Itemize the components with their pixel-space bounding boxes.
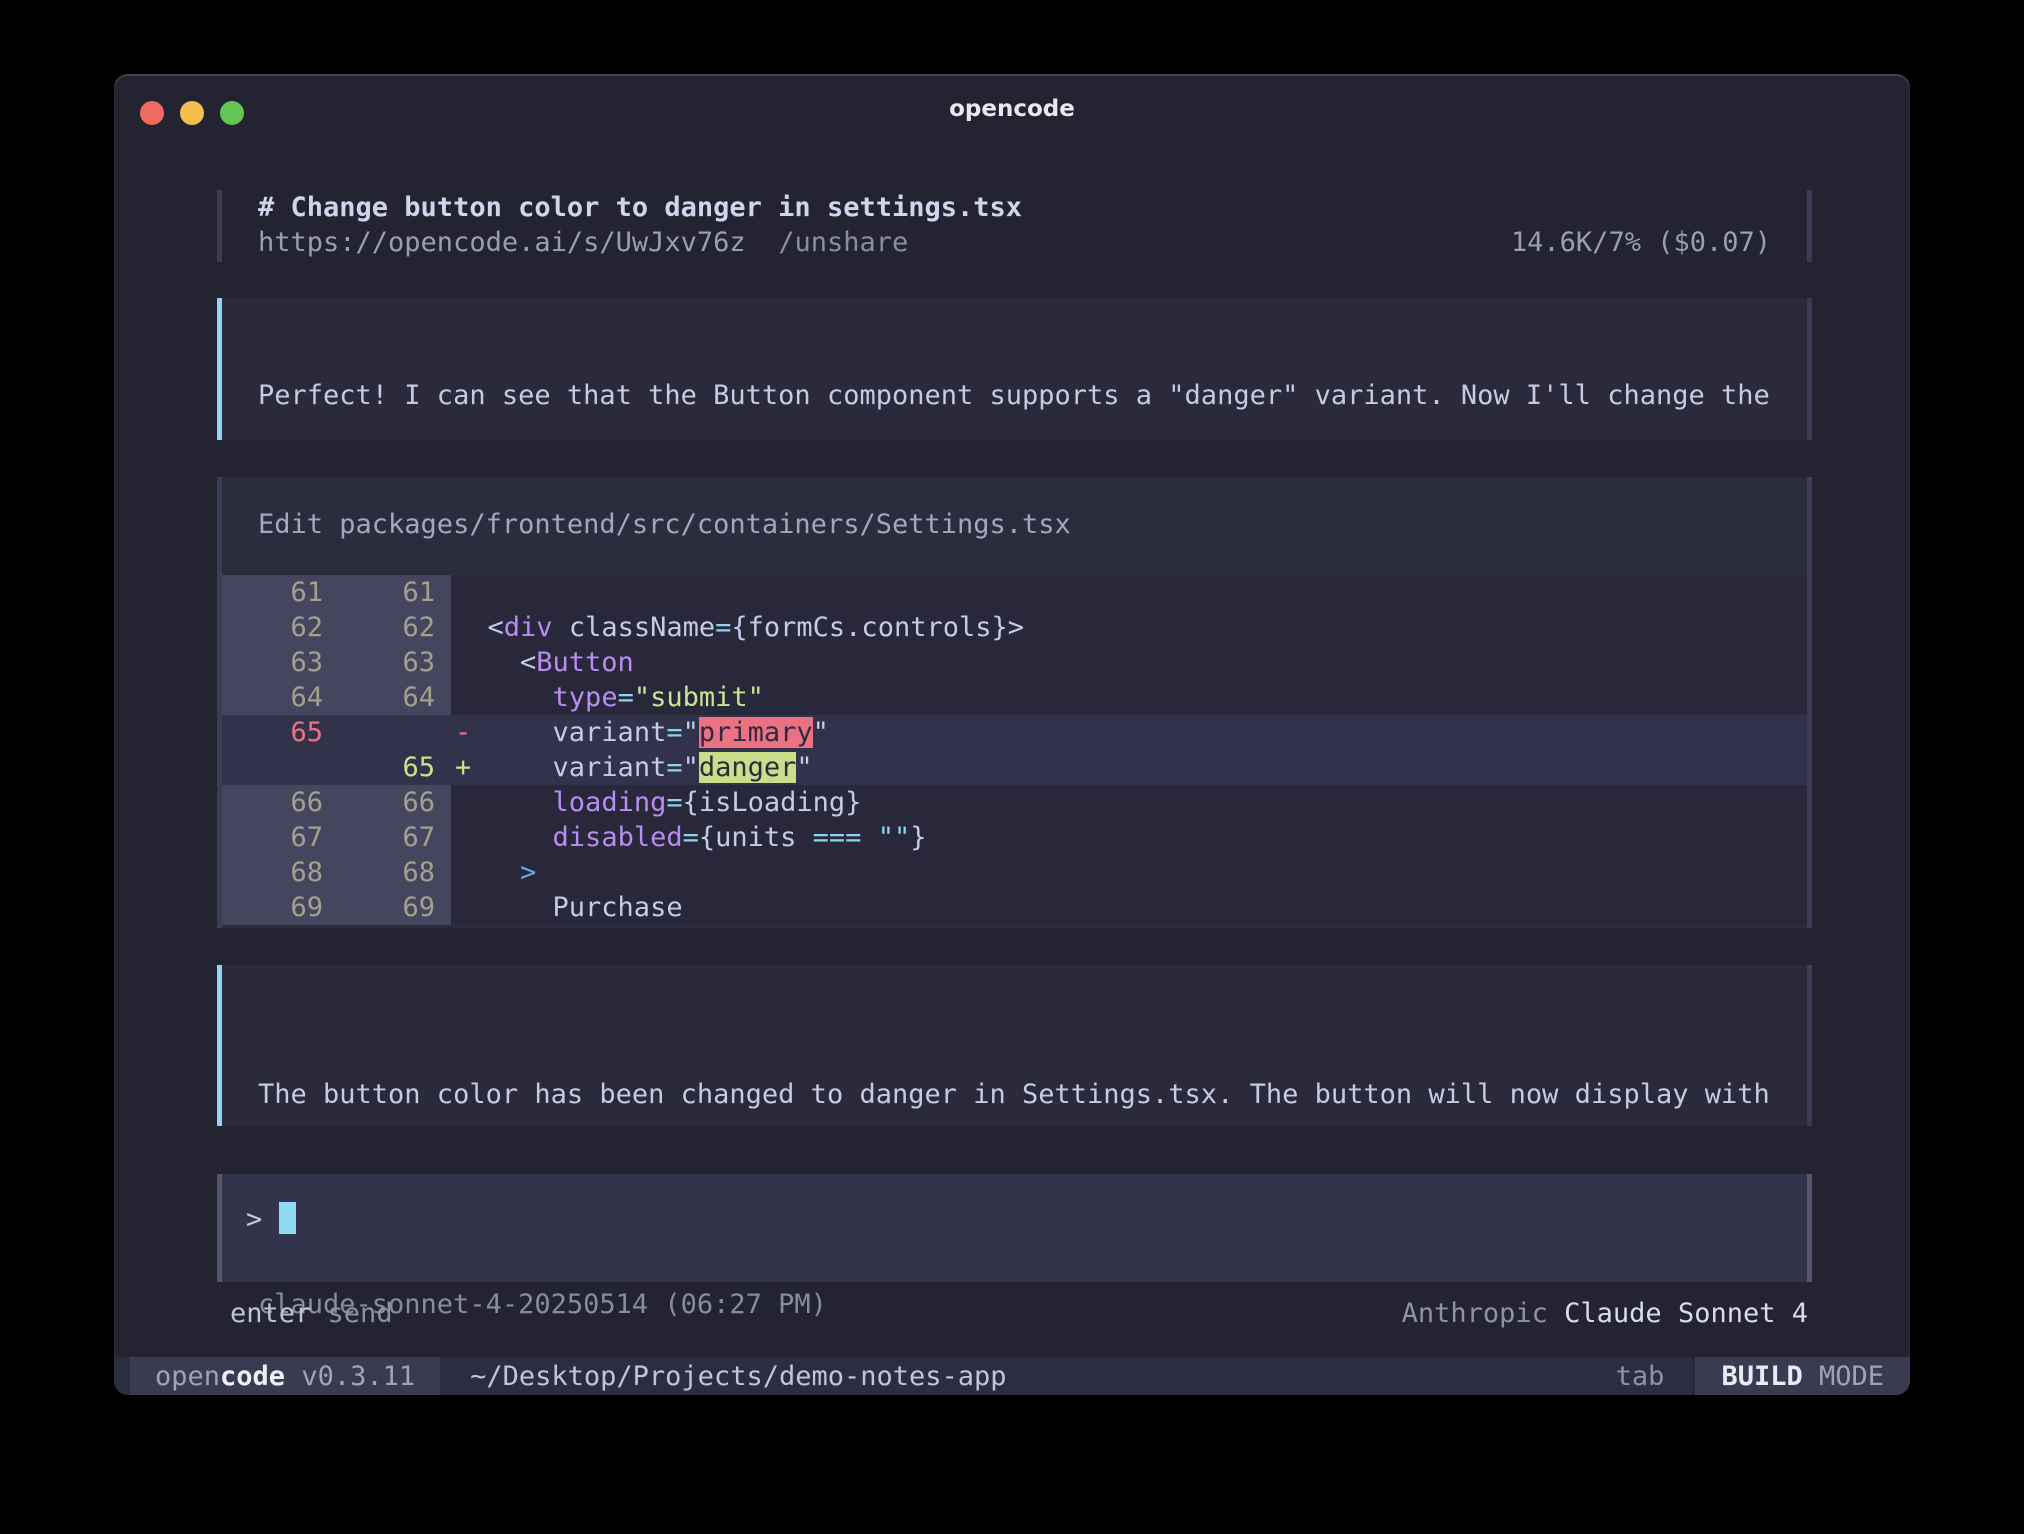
new-line-number: 65	[323, 750, 435, 785]
old-line-number: 67	[222, 820, 323, 855]
old-line-number: 62	[222, 610, 323, 645]
new-line-number: 63	[323, 645, 435, 680]
message-text: The button color has been changed to dan…	[258, 1077, 1777, 1112]
diff-code-line: - variant="primary"	[451, 715, 1807, 750]
new-line-number: 68	[323, 855, 435, 890]
share-url[interactable]: https://opencode.ai/s/UwJxv76z	[258, 227, 746, 258]
old-line-number: 69	[222, 890, 323, 925]
text-cursor	[279, 1202, 296, 1234]
session-title: # Change button color to danger in setti…	[258, 190, 1771, 225]
prompt-input[interactable]: >	[217, 1174, 1812, 1282]
hint-bar: enter send Anthropic Claude Sonnet 4	[217, 1296, 1812, 1331]
diff-code-line: Purchase	[451, 890, 1807, 925]
status-bar: opencode v0.3.11 ~/Desktop/Projects/demo…	[114, 1357, 1910, 1395]
unshare-command[interactable]: /unshare	[778, 227, 908, 258]
diff-row: 6767 disabled={units === ""}	[222, 820, 1807, 855]
mode-toggle-keybind: tab	[1616, 1359, 1665, 1394]
old-line-number: 63	[222, 645, 323, 680]
old-line-number: 61	[222, 575, 323, 610]
working-directory: ~/Desktop/Projects/demo-notes-app	[470, 1359, 1006, 1394]
edit-tool-title: Edit packages/frontend/src/containers/Se…	[258, 507, 1771, 542]
window-title: opencode	[114, 96, 1910, 122]
titlebar: opencode	[114, 74, 1910, 146]
new-line-number: 62	[323, 610, 435, 645]
new-line-number: 66	[323, 785, 435, 820]
diff-row: 6363 <Button	[222, 645, 1807, 680]
diff-row: 6262 <div className={formCs.controls}>	[222, 610, 1807, 645]
model-indicator: Anthropic Claude Sonnet 4	[1402, 1296, 1808, 1331]
old-line-number: 65	[222, 715, 323, 750]
new-line-number: 61	[323, 575, 435, 610]
diff-code-line: disabled={units === ""}	[451, 820, 1807, 855]
new-line-number	[323, 715, 435, 750]
diff-row: 6969 Purchase	[222, 890, 1807, 925]
diff-row: 65 + variant="danger"	[222, 750, 1807, 785]
diff-row: 6868 >	[222, 855, 1807, 890]
diff-row: 6161	[222, 575, 1807, 610]
diff-code-line: type="submit"	[451, 680, 1807, 715]
assistant-message: The button color has been changed to dan…	[217, 965, 1812, 1126]
diff-code-line: <Button	[451, 645, 1807, 680]
diff-code-line: loading={isLoading}	[451, 785, 1807, 820]
new-line-number: 67	[323, 820, 435, 855]
send-hint: enter send	[230, 1296, 393, 1331]
terminal-window: opencode # Change button color to danger…	[114, 74, 1910, 1395]
prompt-char: >	[246, 1204, 262, 1235]
app-version-badge: opencode v0.3.11	[130, 1357, 440, 1395]
new-line-number: 64	[323, 680, 435, 715]
diff-row: 65 - variant="primary"	[222, 715, 1807, 750]
session-header: # Change button color to danger in setti…	[217, 190, 1812, 262]
mode-badge[interactable]: BUILD MODE	[1692, 1357, 1910, 1395]
share-url-line: https://opencode.ai/s/UwJxv76z /unshare	[258, 225, 908, 260]
message-text: Perfect! I can see that the Button compo…	[258, 378, 1777, 413]
context-stats: 14.6K/7% ($0.07)	[1511, 225, 1771, 260]
diff-code-line: + variant="danger"	[451, 750, 1807, 785]
diff-code-line: >	[451, 855, 1807, 890]
edit-tool-panel: Edit packages/frontend/src/containers/Se…	[217, 477, 1812, 928]
diff-code-line: <div className={formCs.controls}>	[451, 610, 1807, 645]
diff-view: 61616262 <div className={formCs.controls…	[222, 575, 1807, 925]
old-line-number: 64	[222, 680, 323, 715]
diff-row: 6666 loading={isLoading}	[222, 785, 1807, 820]
old-line-number	[222, 750, 323, 785]
new-line-number: 69	[323, 890, 435, 925]
old-line-number: 66	[222, 785, 323, 820]
diff-code-line	[451, 575, 1807, 610]
old-line-number: 68	[222, 855, 323, 890]
assistant-message: Perfect! I can see that the Button compo…	[217, 298, 1812, 440]
diff-row: 6464 type="submit"	[222, 680, 1807, 715]
